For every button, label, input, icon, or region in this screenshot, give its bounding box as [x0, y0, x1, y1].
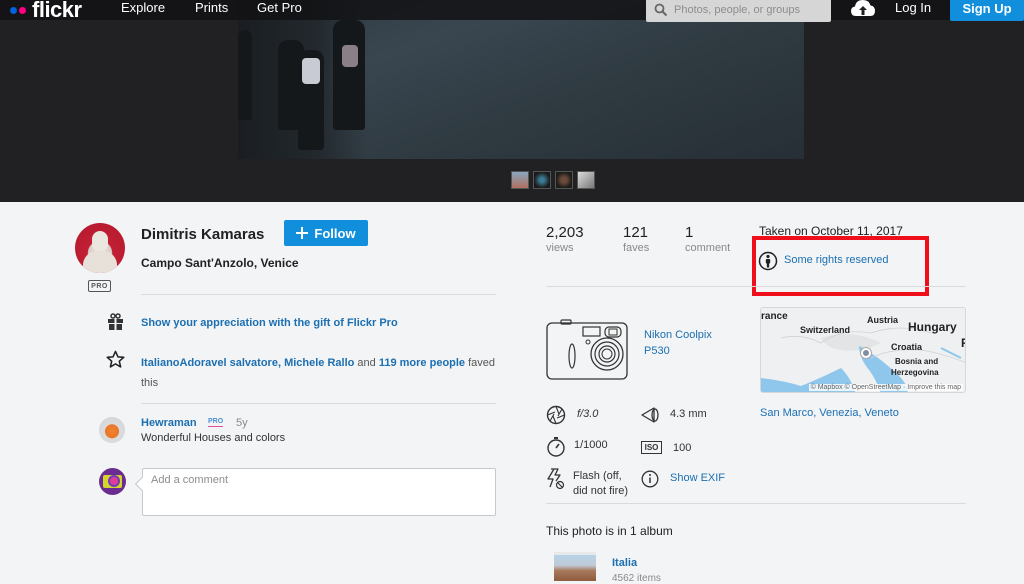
thumbnail[interactable] [511, 171, 529, 189]
map-label: Croatia [891, 342, 923, 352]
cloud-upload-icon[interactable] [850, 0, 876, 18]
map-label: Austria [867, 315, 899, 325]
views-count: 2,203 [546, 224, 584, 241]
logo-blue-dot [10, 6, 17, 14]
more-faves-link[interactable]: 119 more people [379, 357, 465, 369]
follow-label: Follow [314, 225, 356, 241]
fave-and: and [354, 357, 379, 369]
thumbnail[interactable] [533, 171, 551, 189]
nav-get-pro[interactable]: Get Pro [257, 0, 302, 16]
current-user-avatar [99, 468, 126, 495]
nav-explore[interactable]: Explore [121, 0, 165, 16]
thumbnail[interactable] [577, 171, 595, 189]
comment-placeholder: Add a comment [151, 474, 229, 486]
albums-heading: This photo is in 1 album [546, 524, 673, 538]
photo-person [333, 20, 365, 130]
faves-summary: ItalianoAdoravel salvatore, Michele Rall… [141, 353, 501, 393]
fave-user-link[interactable]: ItalianoAdoravel salvatore [141, 357, 278, 369]
map-label: rance [761, 311, 788, 322]
divider [141, 403, 496, 404]
main-photo[interactable] [238, 0, 804, 159]
album-item-count: 4562 items [612, 573, 661, 584]
map-label: Bosnia and [895, 357, 939, 366]
photostream-thumbnails [511, 171, 595, 189]
photo-backpack [342, 45, 358, 67]
search-input[interactable]: Photos, people, or groups [646, 0, 831, 22]
nav-prints[interactable]: Prints [195, 0, 228, 16]
avatar-camera-lens [108, 475, 120, 487]
iso-value: 100 [673, 442, 692, 454]
flash-value: Flash (off, did not fire) [573, 470, 629, 497]
commenter-name[interactable]: Hewraman [141, 417, 197, 429]
flickr-logo[interactable]: flickr [10, 0, 82, 23]
plus-icon [296, 227, 309, 239]
comment-input[interactable]: Add a comment [142, 468, 496, 516]
iso-icon: ISO [641, 441, 662, 454]
comments-stat[interactable]: 1 comment [685, 224, 730, 255]
follow-button[interactable]: Follow [284, 220, 368, 246]
views-label: views [546, 242, 574, 254]
map-label: Herzegovina [891, 368, 939, 377]
signup-button[interactable]: Sign Up [950, 0, 1024, 21]
top-navigation: flickr Explore Prints Get Pro Photos, pe… [0, 0, 1024, 23]
commenter-avatar[interactable] [99, 417, 125, 443]
comment-age: 5y [236, 417, 248, 429]
pro-badge: PRO [88, 280, 111, 292]
star-icon[interactable] [106, 350, 125, 369]
gift-pro-link[interactable]: Show your appreciation with the gift of … [141, 317, 398, 329]
comments-label: comment [685, 242, 731, 254]
divider [546, 503, 966, 504]
fave-user-link[interactable]: Michele Rallo [284, 357, 354, 369]
camera-model-link[interactable]: Nikon Coolpix P530 [644, 327, 734, 359]
map-location-pin[interactable] [861, 348, 871, 358]
avatar-bust-chest [83, 251, 117, 273]
faves-stat[interactable]: 121 faves [623, 224, 649, 255]
aperture-value: f/3.0 [577, 408, 599, 420]
map-label: R [961, 336, 965, 350]
map-label: Hungary [908, 320, 957, 334]
logo-pink-dot [19, 6, 26, 14]
avatar-bust-head [92, 231, 108, 251]
photo-shirt [302, 58, 320, 84]
photo-person [238, 30, 252, 120]
divider [141, 294, 496, 295]
logo-text: flickr [32, 0, 82, 22]
faves-count: 121 [623, 224, 649, 241]
owner-name[interactable]: Dimitris Kamaras [141, 226, 264, 243]
focal-length-value: 4.3 mm [670, 408, 707, 420]
album-name-link[interactable]: Italia [612, 557, 637, 569]
faves-label: faves [623, 242, 650, 254]
divider [546, 286, 966, 287]
shutter-value: 1/1000 [574, 439, 608, 451]
aperture-icon [546, 405, 566, 425]
search-placeholder: Photos, people, or groups [674, 3, 800, 16]
camera-icon [546, 319, 628, 380]
photo-title: Campo Sant'Anzolo, Venice [141, 256, 299, 270]
highlight-annotation [752, 236, 929, 296]
show-exif-link[interactable]: Show EXIF [670, 472, 725, 484]
photo-viewer [0, 0, 1024, 202]
views-stat: 2,203 views [546, 224, 584, 255]
album-thumbnail[interactable] [554, 552, 596, 581]
map-attribution[interactable]: © Mapbox © OpenStreetMap · Improve this … [808, 384, 963, 391]
map-label: Switzerland [800, 325, 851, 335]
gift-icon [108, 313, 123, 330]
comments-count: 1 [685, 224, 694, 241]
flash-off-icon [547, 468, 565, 490]
thumbnail[interactable] [555, 171, 573, 189]
owner-avatar[interactable] [75, 223, 125, 273]
shutter-speed-icon [547, 437, 565, 457]
comment-text: Wonderful Houses and colors [141, 432, 286, 444]
focal-length-icon [641, 407, 659, 423]
commenter-pro-badge: PRO [208, 418, 224, 427]
info-icon [641, 470, 659, 488]
location-link[interactable]: San Marco, Venezia, Veneto [760, 407, 899, 419]
search-icon [654, 3, 668, 16]
location-map[interactable]: rance Austria Switzerland Hungary Croati… [760, 307, 966, 393]
login-link[interactable]: Log In [895, 0, 931, 16]
